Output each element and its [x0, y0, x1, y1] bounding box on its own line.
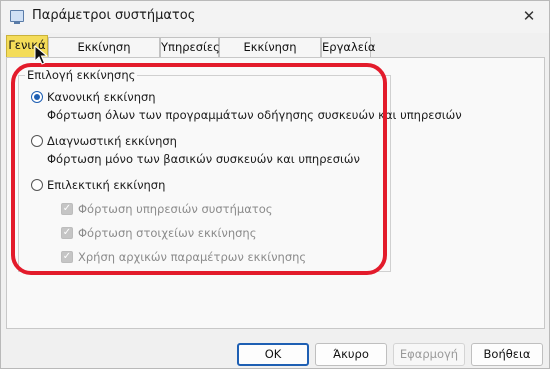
ok-button[interactable]: OK — [237, 343, 309, 366]
cancel-button[interactable]: Άκυρο — [315, 343, 387, 366]
apply-button[interactable]: Εφαρμογή — [393, 343, 465, 366]
mouse-cursor-icon — [34, 45, 48, 65]
tab-services[interactable]: Υπηρεσίες — [160, 37, 220, 57]
close-icon: ✕ — [522, 7, 536, 25]
tab-startup[interactable]: Εκκίνηση στοιχείων — [219, 37, 321, 73]
system-configuration-window: Παράμετροι συστήματος ✕ Γενικά Εκκίνηση … — [0, 0, 550, 369]
window-title: Παράμετροι συστήματος — [32, 8, 196, 23]
system-config-app-icon — [10, 10, 24, 24]
tab-tools[interactable]: Εργαλεία — [321, 37, 375, 57]
highlight-annotation-ring — [11, 63, 387, 275]
help-button[interactable]: Βοήθεια — [471, 343, 543, 366]
tab-boot[interactable]: Εκκίνηση υπολογιστή — [48, 37, 160, 73]
title-bar: Παράμετροι συστήματος ✕ — [1, 1, 549, 33]
close-button[interactable]: ✕ — [509, 1, 549, 31]
